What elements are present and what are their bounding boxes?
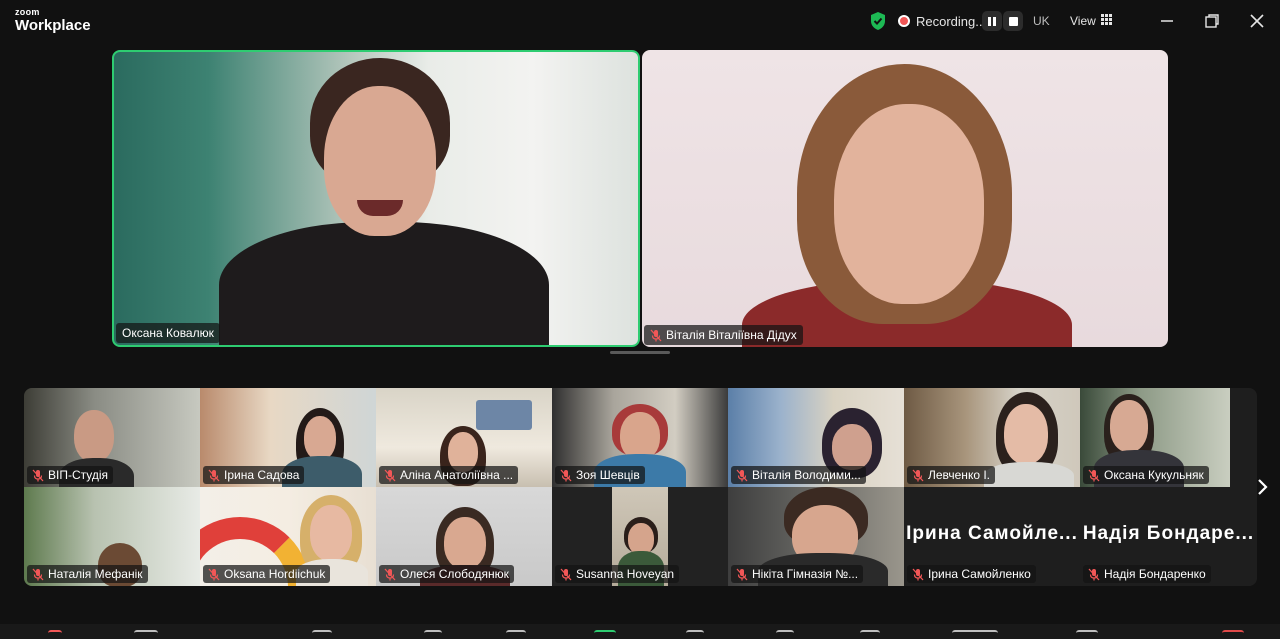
participant-display-name: Ірина Самойле... [906,523,1078,544]
participant-tile[interactable]: Наталія Мефанік [24,487,200,586]
participant-display-name: Надія Бондаре... [1082,523,1255,544]
participant-name: Зоя Шевців [576,468,640,482]
muted-mic-icon [1088,469,1100,481]
participant-name: Ірина Самойленко [928,567,1031,581]
muted-mic-icon [384,568,396,580]
language-indicator[interactable]: UK [1033,14,1050,28]
muted-mic-icon [560,568,572,580]
muted-mic-icon [736,469,748,481]
muted-mic-icon [912,469,924,481]
muted-mic-icon [384,469,396,481]
participant-tile[interactable]: Левченко І. [904,388,1080,487]
restore-icon[interactable] [1201,10,1223,32]
participants-icon[interactable] [312,630,332,639]
participant-name: ВІП-Студія [48,468,109,482]
speaker-name-tag: Оксана Ковалюк [116,323,220,343]
shield-check-icon[interactable] [869,11,887,31]
muted-mic-icon [560,469,572,481]
speaker-name-tag: Віталія Віталіївна Дідух [644,325,803,345]
apps-icon[interactable] [860,630,880,639]
resize-handle[interactable] [610,351,670,354]
participant-tile[interactable]: Віталія Володими... [728,388,904,487]
participant-tile[interactable]: Нікіта Гімназія №... [728,487,904,586]
brand-small: zoom [15,7,40,17]
participant-tile[interactable]: Олеся Слободянюк [376,487,552,586]
participant-name: Susanna Hoveyan [576,567,675,581]
gallery-strip: ВІП-Студія Ірина Садова Аліна Анатоліївн… [24,388,1257,586]
speaker-video-tile[interactable]: Віталія Віталіївна Дідух [642,50,1168,347]
participant-tile[interactable]: Oksana Hordiichuk [200,487,376,586]
chat-icon[interactable] [424,630,442,639]
participant-video [642,50,1168,347]
participant-name: Віталія Володими... [752,468,861,482]
participant-name: Ірина Садова [224,468,300,482]
participant-name: Oksana Hordiichuk [224,567,326,581]
video-icon[interactable] [134,630,158,639]
participant-tile[interactable]: Надія Бондаре... Надія Бондаренко [1080,487,1257,586]
muted-mic-icon [208,568,220,580]
speaker-name: Оксана Ковалюк [122,326,214,340]
chevron-right-icon[interactable] [1254,476,1270,498]
participant-video [114,52,638,345]
view-button[interactable]: View [1070,14,1096,28]
participant-name: Наталія Мефанік [48,567,143,581]
speaker-name: Віталія Віталіївна Дідух [666,328,797,342]
leave-button[interactable] [1222,630,1244,639]
participant-tile[interactable]: Аліна Анатоліївна ... [376,388,552,487]
title-bar: zoom Workplace Recording... UK View [0,0,1280,44]
close-icon[interactable] [1246,10,1268,32]
whiteboards-icon[interactable] [952,630,998,639]
app-logo: zoom Workplace [15,7,91,34]
participant-name: Надія Бондаренко [1104,567,1206,581]
grid-view-icon[interactable] [1101,14,1114,26]
muted-mic-icon [912,568,924,580]
muted-mic-icon [650,329,662,341]
companion-icon[interactable] [776,630,794,639]
participant-name: Оксана Кукульняк [1104,468,1204,482]
participant-name: Аліна Анатоліївна ... [400,468,514,482]
pause-recording-button[interactable] [982,11,1002,31]
participant-tile[interactable]: Ірина Садова [200,388,376,487]
mic-icon[interactable] [48,630,62,639]
participant-tile[interactable]: Susanna Hoveyan [552,487,728,586]
speaker-video-tile[interactable]: Оксана Ковалюк [112,50,640,347]
minimize-icon[interactable] [1156,10,1178,32]
muted-mic-icon [32,469,44,481]
participant-name: Нікіта Гімназія №... [752,567,859,581]
muted-mic-icon [208,469,220,481]
participant-tile[interactable]: Зоя Шевців [552,388,728,487]
muted-mic-icon [736,568,748,580]
recording-label[interactable]: Recording... [916,14,986,29]
share-screen-icon[interactable] [594,630,616,639]
recording-dot-icon [898,15,910,27]
participant-tile[interactable]: ВІП-Студія [24,388,200,487]
more-icon[interactable] [1076,630,1098,639]
participant-tile[interactable]: Оксана Кукульняк [1080,388,1230,487]
summary-icon[interactable] [686,630,704,639]
stop-icon [1008,16,1018,26]
react-icon[interactable] [506,630,526,639]
muted-mic-icon [32,568,44,580]
stop-recording-button[interactable] [1003,11,1023,31]
brand-large: Workplace [15,17,91,34]
muted-mic-icon [1088,568,1100,580]
participant-name: Олеся Слободянюк [400,567,509,581]
participant-name: Левченко І. [928,468,990,482]
participant-tile[interactable]: Ірина Самойле... Ірина Самойленко [904,487,1080,586]
pause-icon [988,16,996,26]
